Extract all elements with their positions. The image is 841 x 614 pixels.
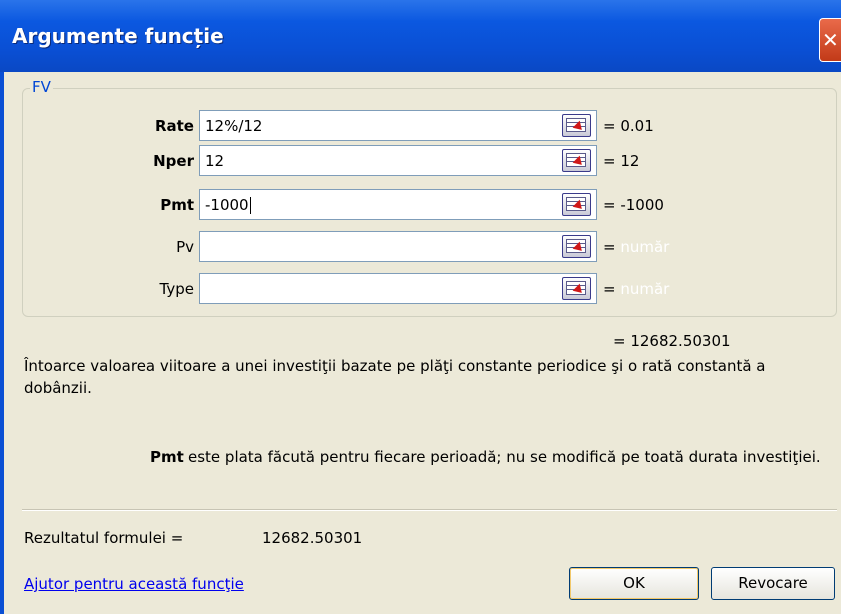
pv-label: Pv <box>176 238 194 256</box>
type-hint: număr <box>620 280 670 298</box>
pv-hint: număr <box>620 238 670 256</box>
pv-equals: = <box>603 238 616 256</box>
rate-label: Rate <box>154 117 194 135</box>
ok-button[interactable]: OK <box>569 567 699 600</box>
cancel-button[interactable]: Revocare <box>711 567 835 600</box>
argument-help-text: este plata făcută pentru fiecare perioad… <box>188 448 821 466</box>
rate-value: 12%/12 <box>205 117 263 135</box>
type-result: = număr <box>603 280 669 298</box>
function-result: = 12682.50301 <box>613 332 731 350</box>
pmt-value-wrap: -1000 <box>205 196 251 214</box>
nper-value: 12 <box>205 152 225 170</box>
close-icon: ✕ <box>822 28 839 52</box>
pmt-label: Pmt <box>160 196 194 214</box>
pmt-ref-button[interactable] <box>562 193 591 216</box>
formula-result-label: Rezultatul formulei = <box>24 529 184 547</box>
type-ref-button[interactable] <box>562 277 591 300</box>
rate-ref-button[interactable] <box>562 114 591 137</box>
nper-input[interactable]: 12 <box>199 145 597 176</box>
dialog-title: Argumente funcție <box>12 24 224 48</box>
pv-result: = număr <box>603 238 669 256</box>
pv-input[interactable] <box>199 231 597 262</box>
function-name: FV <box>30 78 53 96</box>
pv-ref-button[interactable] <box>562 235 591 258</box>
pmt-result: = -1000 <box>603 196 664 214</box>
nper-label: Nper <box>153 152 194 170</box>
close-button[interactable]: ✕ <box>819 18 841 62</box>
type-input[interactable] <box>199 273 597 304</box>
nper-result: = 12 <box>603 152 640 170</box>
argument-help-name: Pmt <box>150 448 184 466</box>
rate-input[interactable]: 12%/12 <box>199 110 597 141</box>
separator <box>22 509 837 511</box>
pmt-value: -1000 <box>205 196 249 214</box>
pmt-input[interactable]: -1000 <box>199 189 597 220</box>
nper-ref-button[interactable] <box>562 149 591 172</box>
text-caret <box>249 197 251 214</box>
function-description: Întoarce valoarea viitoare a unei invest… <box>24 357 766 397</box>
type-label: Type <box>159 280 194 298</box>
formula-result-value: 12682.50301 <box>262 529 363 547</box>
title-bar[interactable]: Argumente funcție ✕ <box>0 0 841 72</box>
help-link[interactable]: Ajutor pentru această funcţie <box>24 575 244 593</box>
type-equals: = <box>603 280 616 298</box>
rate-result: = 0.01 <box>603 117 654 135</box>
function-arguments-dialog: Argumente funcție ✕ FV Rate 12%/12 = 0.0… <box>0 0 841 614</box>
